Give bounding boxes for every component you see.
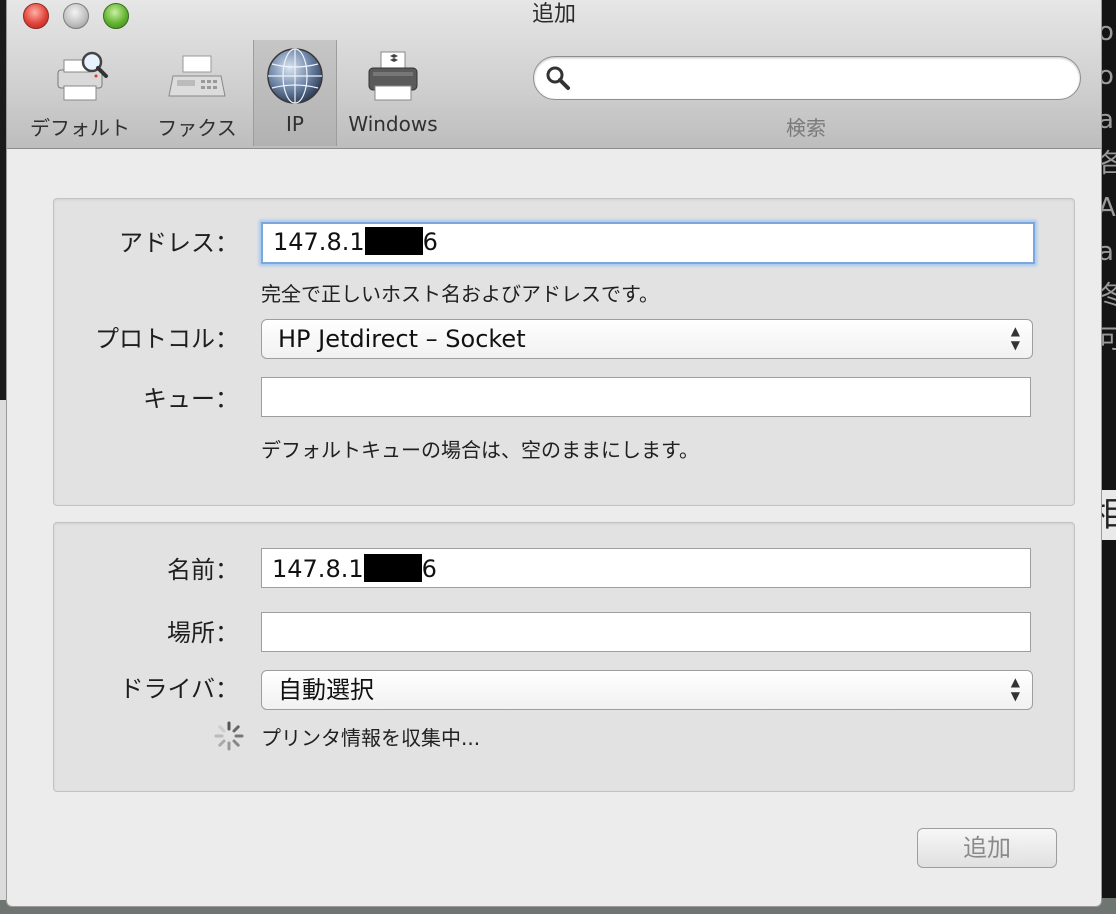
toolbar-item-label: Windows (348, 112, 438, 136)
redaction-box (363, 554, 422, 582)
toolbar-item-label: デフォルト (30, 116, 130, 140)
queue-label: キュー： (143, 385, 239, 413)
globe-icon (267, 48, 323, 104)
protocol-label: プロトコル： (95, 325, 239, 353)
driver-popup[interactable]: 自動選択 ▲ ▼ (261, 670, 1033, 710)
driver-status: プリンタ情報を収集中... (261, 726, 481, 750)
protocol-value: HP Jetdirect – Socket (278, 325, 526, 353)
protocol-popup[interactable]: HP Jetdirect – Socket ▲ ▼ (261, 319, 1033, 359)
popup-arrows-icon: ▲ ▼ (1010, 675, 1020, 703)
address-value-prefix: 147.8.1 (273, 228, 365, 256)
name-field[interactable]: 147.8.1 6 (261, 548, 1031, 588)
popup-arrows-icon: ▲ ▼ (1010, 324, 1020, 352)
queue-field[interactable] (261, 377, 1031, 417)
toolbar-item-default[interactable]: デフォルト (21, 40, 139, 146)
printer-search-icon (57, 51, 108, 101)
spinner-icon (214, 721, 244, 751)
toolbar-item-label: IP (286, 112, 304, 136)
search-input[interactable] (578, 63, 1062, 93)
address-value-suffix: 6 (422, 228, 438, 256)
name-label: 名前： (167, 556, 239, 584)
address-label: アドレス： (119, 229, 239, 257)
search-label: 検索 (786, 116, 826, 140)
toolbar: 追加 デフォルト ファクス IP Windows 検索 (7, 0, 1101, 149)
queue-hint: デフォルトキューの場合は、空のままにします。 (261, 438, 699, 462)
window-title: 追加 (531, 2, 576, 27)
windows-printer-icon (368, 51, 418, 101)
address-field[interactable]: 147.8.1 6 (261, 222, 1035, 264)
redaction-box (364, 227, 423, 255)
toolbar-item-windows[interactable]: Windows (341, 40, 445, 146)
add-button[interactable]: 追加 (917, 828, 1057, 868)
name-value-prefix: 147.8.1 (272, 555, 364, 583)
fax-icon (168, 55, 226, 97)
toolbar-item-fax[interactable]: ファクス (145, 40, 249, 146)
toolbar-item-ip[interactable]: IP (253, 40, 337, 146)
toolbar-item-label: ファクス (157, 116, 237, 140)
add-printer-window: 追加 デフォルト ファクス IP Windows 検索 アドレス： 147.8.… (6, 0, 1102, 907)
name-value-suffix: 6 (421, 555, 437, 583)
search-icon (546, 66, 570, 90)
driver-value: 自動選択 (278, 676, 374, 704)
location-label: 場所： (167, 619, 239, 647)
address-hint: 完全で正しいホスト名およびアドレスです。 (261, 282, 659, 306)
search-field[interactable] (533, 56, 1081, 100)
location-field[interactable] (261, 612, 1031, 652)
driver-label: ドライバ： (119, 675, 239, 703)
